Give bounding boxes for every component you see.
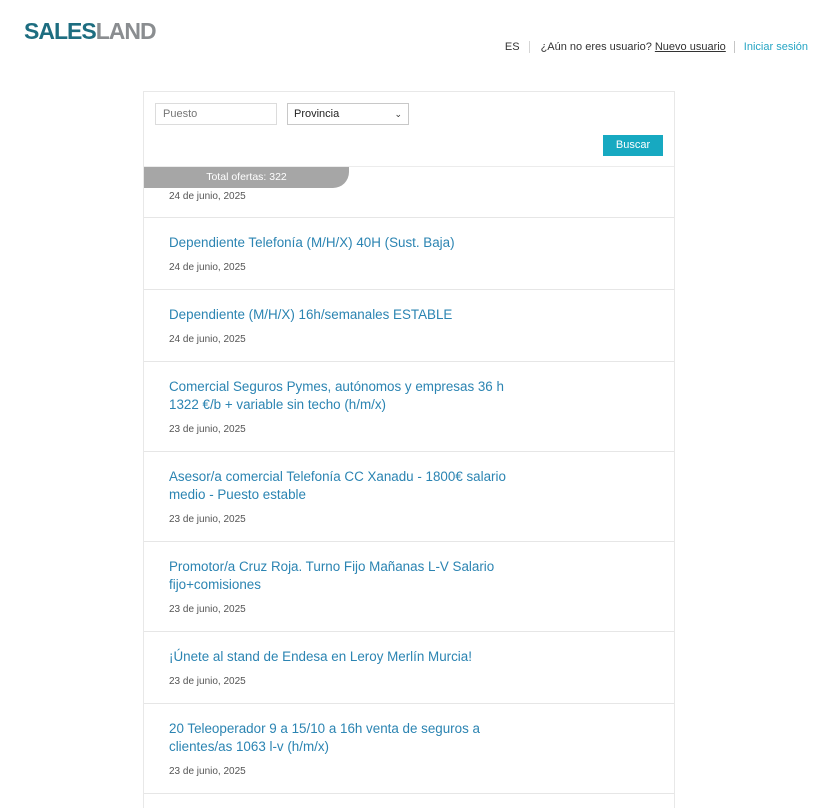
job-date: 23 de junio, 2025 (169, 424, 246, 435)
job-title-link[interactable]: 20 Teleoperador 9 a 15/10 a 16h venta de… (169, 720, 509, 756)
job-date: 23 de junio, 2025 (169, 766, 246, 777)
search-button[interactable]: Buscar (603, 135, 663, 156)
logo-sales: SALES (24, 18, 97, 44)
job-title-link[interactable]: Comercial Seguros Pymes, autónomos y emp… (169, 378, 509, 414)
job-list: 24 de junio, 2025 Dependiente Telefonía … (144, 167, 674, 794)
job-title-link[interactable]: ¡Únete al stand de Endesa en Leroy Merlí… (169, 648, 509, 666)
list-item[interactable]: Asesor/a comercial Telefonía CC Xanadu -… (144, 452, 674, 542)
list-item[interactable]: Promotor/a Cruz Roja. Turno Fijo Mañanas… (144, 542, 674, 632)
job-search-panel: Provincia ⌄ Buscar Total ofertas: 322 24… (143, 91, 675, 808)
job-date: 24 de junio, 2025 (169, 334, 246, 345)
puesto-input[interactable] (155, 103, 277, 125)
job-title-link[interactable]: Promotor/a Cruz Roja. Turno Fijo Mañanas… (169, 558, 509, 594)
provincia-selected-value: Provincia (294, 108, 340, 120)
top-navigation: ES ¿Aún no eres usuario? Nuevo usuario I… (505, 40, 808, 54)
list-item[interactable]: Comercial Seguros Pymes, autónomos y emp… (144, 362, 674, 452)
list-item[interactable]: Dependiente (M/H/X) 16h/semanales ESTABL… (144, 290, 674, 362)
saleslandia-logo[interactable]: SALESLAND (24, 18, 157, 44)
job-title-link[interactable]: Asesor/a comercial Telefonía CC Xanadu -… (169, 468, 509, 504)
new-user-link[interactable]: Nuevo usuario (655, 41, 735, 53)
job-date: 24 de junio, 2025 (169, 191, 246, 202)
job-date: 23 de junio, 2025 (169, 676, 246, 687)
total-offers-badge: Total ofertas: 322 (144, 167, 349, 188)
job-date: 24 de junio, 2025 (169, 262, 246, 273)
login-link[interactable]: Iniciar sesión (744, 41, 808, 53)
logo-land: LAND (95, 18, 157, 44)
not-user-question: ¿Aún no eres usuario? (540, 41, 652, 53)
search-filters: Provincia ⌄ Buscar (144, 92, 674, 167)
provincia-select[interactable]: Provincia ⌄ (287, 103, 409, 125)
list-item[interactable]: ¡Únete al stand de Endesa en Leroy Merlí… (144, 632, 674, 704)
job-title-link[interactable]: Dependiente Telefonía (M/H/X) 40H (Sust.… (169, 234, 509, 252)
list-item[interactable]: Dependiente Telefonía (M/H/X) 40H (Sust.… (144, 218, 674, 290)
language-selector[interactable]: ES (505, 41, 530, 53)
job-date: 23 de junio, 2025 (169, 604, 246, 615)
chevron-down-icon: ⌄ (394, 108, 402, 119)
job-title-link[interactable]: Dependiente (M/H/X) 16h/semanales ESTABL… (169, 306, 509, 324)
list-item[interactable]: 20 Teleoperador 9 a 15/10 a 16h venta de… (144, 704, 674, 794)
job-date: 23 de junio, 2025 (169, 514, 246, 525)
